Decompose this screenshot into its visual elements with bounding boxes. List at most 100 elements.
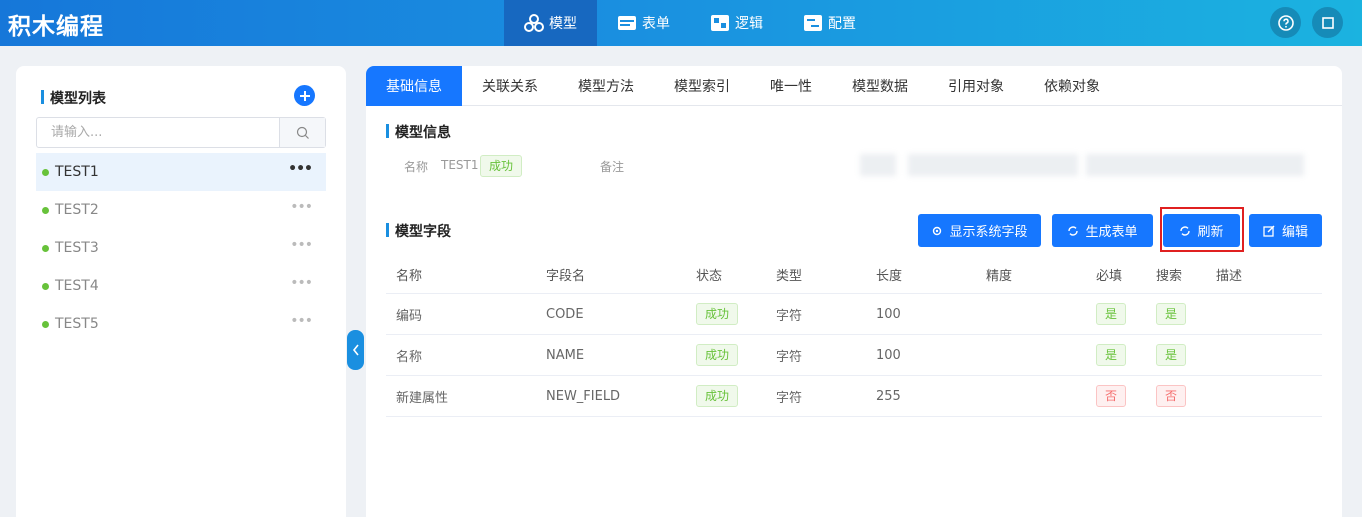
name-value: TEST1 bbox=[441, 158, 479, 172]
add-model-button[interactable] bbox=[294, 85, 315, 106]
required-badge: 是 bbox=[1096, 344, 1127, 366]
generate-form-label: 生成表单 bbox=[1085, 225, 1138, 240]
model-list: TEST1 ••• TEST2 ••• TEST3 ••• TEST4 ••• … bbox=[36, 153, 326, 343]
col-header-precision: 精度 bbox=[986, 269, 1013, 284]
search-badge: 否 bbox=[1156, 385, 1187, 407]
cell-type: 字符 bbox=[776, 349, 803, 365]
cell-required: 是 bbox=[1096, 294, 1127, 334]
cell-status: 成功 bbox=[696, 294, 739, 334]
tab-indexes[interactable]: 模型索引 bbox=[654, 66, 750, 106]
model-item-test4[interactable]: TEST4 ••• bbox=[36, 267, 326, 305]
cell-field: NEW_FIELD bbox=[546, 388, 621, 404]
model-search-input[interactable] bbox=[37, 118, 279, 147]
nav-config[interactable]: 配置 bbox=[783, 0, 876, 46]
col-header-status: 状态 bbox=[696, 269, 723, 284]
cubes-icon bbox=[524, 14, 544, 32]
tab-uniqueness[interactable]: 唯一性 bbox=[750, 66, 832, 106]
model-item-label: TEST4 bbox=[55, 278, 99, 294]
show-system-fields-label: 显示系统字段 bbox=[949, 225, 1028, 240]
status-dot bbox=[42, 320, 49, 328]
cell-type: 字符 bbox=[776, 390, 803, 406]
model-item-label: TEST5 bbox=[55, 316, 99, 332]
status-dot bbox=[42, 244, 49, 252]
cell-name: 新建属性 bbox=[396, 390, 449, 406]
col-header-type: 类型 bbox=[776, 269, 803, 284]
refresh-icon bbox=[1068, 225, 1079, 236]
table-row[interactable]: 编码 CODE 成功 字符 100 是 是 bbox=[386, 294, 1322, 335]
edit-label: 编辑 bbox=[1281, 225, 1308, 240]
collapse-sidebar-button[interactable] bbox=[347, 330, 364, 370]
col-header-field: 字段名 bbox=[546, 269, 586, 284]
cell-name: 编码 bbox=[396, 308, 423, 324]
redacted-text bbox=[1086, 154, 1304, 176]
detail-tabs: 基础信息 关联关系 模型方法 模型索引 唯一性 模型数据 引用对象 依赖对象 bbox=[366, 66, 1342, 106]
name-label: 名称 bbox=[404, 160, 429, 174]
main-nav: 模型 表单 逻辑 配置 bbox=[504, 0, 876, 46]
edit-icon bbox=[1263, 225, 1275, 237]
nav-config-label: 配置 bbox=[828, 16, 856, 32]
tab-methods[interactable]: 模型方法 bbox=[558, 66, 654, 106]
remark-label: 备注 bbox=[600, 160, 625, 174]
status-dot bbox=[42, 206, 49, 214]
redacted-text bbox=[860, 154, 896, 176]
tab-references[interactable]: 引用对象 bbox=[928, 66, 1024, 106]
search-button[interactable] bbox=[279, 118, 325, 147]
model-search bbox=[36, 117, 326, 148]
plus-icon bbox=[299, 90, 310, 101]
col-header-name: 名称 bbox=[396, 269, 423, 284]
model-item-label: TEST2 bbox=[55, 202, 99, 218]
model-detail-panel: 基础信息 关联关系 模型方法 模型索引 唯一性 模型数据 引用对象 依赖对象 模… bbox=[366, 66, 1342, 517]
tab-basic-info[interactable]: 基础信息 bbox=[366, 66, 462, 106]
cell-status: 成功 bbox=[696, 335, 739, 375]
tab-model-data[interactable]: 模型数据 bbox=[832, 66, 928, 106]
nav-logic[interactable]: 逻辑 bbox=[690, 0, 783, 46]
cell-name: 名称 bbox=[396, 349, 423, 365]
fields-table: 名称 字段名 状态 类型 长度 精度 必填 搜索 描述 编码 CODE 成功 字… bbox=[386, 256, 1322, 417]
redacted-text bbox=[908, 154, 1078, 176]
nav-model-label: 模型 bbox=[549, 16, 577, 32]
cell-length: 100 bbox=[876, 347, 901, 363]
more-icon[interactable]: ••• bbox=[290, 275, 313, 291]
col-header-desc: 描述 bbox=[1216, 269, 1243, 284]
edit-button[interactable]: 编辑 bbox=[1249, 214, 1322, 247]
model-item-test5[interactable]: TEST5 ••• bbox=[36, 305, 326, 343]
help-circle-icon bbox=[1277, 14, 1294, 31]
tab-dependencies[interactable]: 依赖对象 bbox=[1024, 66, 1120, 106]
more-icon[interactable]: ••• bbox=[290, 237, 313, 253]
model-item-test2[interactable]: TEST2 ••• bbox=[36, 191, 326, 229]
cell-field: NAME bbox=[546, 347, 585, 363]
search-icon bbox=[296, 126, 309, 139]
table-header: 名称 字段名 状态 类型 长度 精度 必填 搜索 描述 bbox=[386, 256, 1322, 294]
col-header-length: 长度 bbox=[876, 269, 903, 284]
square-icon bbox=[1321, 16, 1334, 29]
tab-relations[interactable]: 关联关系 bbox=[462, 66, 558, 106]
model-info-title: 模型信息 bbox=[386, 122, 451, 142]
cell-search: 是 bbox=[1156, 335, 1187, 375]
cell-status: 成功 bbox=[696, 376, 739, 416]
help-button[interactable] bbox=[1270, 7, 1301, 38]
status-dot bbox=[42, 282, 49, 290]
nav-logic-label: 逻辑 bbox=[735, 16, 763, 32]
show-system-fields-button[interactable]: 显示系统字段 bbox=[918, 214, 1041, 247]
cell-field: CODE bbox=[546, 306, 584, 322]
nav-model[interactable]: 模型 bbox=[504, 0, 597, 46]
cell-search: 是 bbox=[1156, 294, 1187, 334]
gear-icon bbox=[933, 226, 942, 235]
model-status-badge: 成功 bbox=[480, 155, 523, 177]
status-badge: 成功 bbox=[696, 344, 739, 366]
more-icon[interactable]: ••• bbox=[290, 199, 313, 215]
generate-form-button[interactable]: 生成表单 bbox=[1052, 214, 1153, 247]
cell-length: 100 bbox=[876, 306, 901, 322]
highlight-box bbox=[1160, 207, 1244, 252]
table-row[interactable]: 名称 NAME 成功 字符 100 是 是 bbox=[386, 335, 1322, 376]
model-item-test1[interactable]: TEST1 ••• bbox=[36, 153, 326, 191]
more-icon[interactable]: ••• bbox=[288, 161, 313, 177]
table-row[interactable]: 新建属性 NEW_FIELD 成功 字符 255 否 否 bbox=[386, 376, 1322, 417]
top-header: 积木编程 模型 表单 逻辑 配置 bbox=[0, 0, 1362, 46]
status-dot bbox=[42, 168, 49, 176]
model-item-test3[interactable]: TEST3 ••• bbox=[36, 229, 326, 267]
nav-form[interactable]: 表单 bbox=[597, 0, 690, 46]
window-button[interactable] bbox=[1312, 7, 1343, 38]
cell-search: 否 bbox=[1156, 376, 1187, 416]
more-icon[interactable]: ••• bbox=[290, 313, 313, 329]
